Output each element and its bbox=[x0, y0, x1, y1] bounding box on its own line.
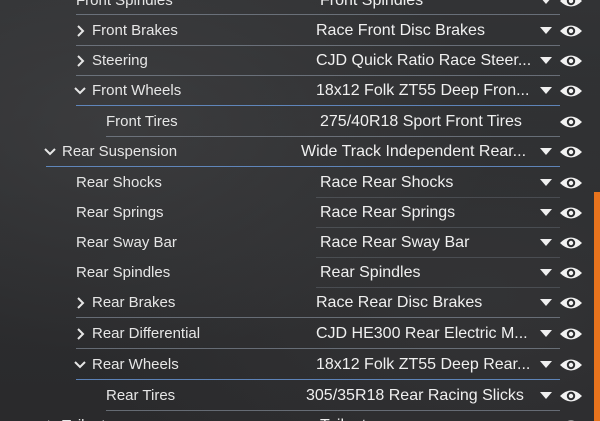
part-value-select[interactable]: 305/35R18 Rear Racing Slicks bbox=[306, 381, 530, 411]
part-value-select[interactable]: Wide Track Independent Rear... bbox=[301, 137, 530, 167]
eye-icon[interactable] bbox=[558, 198, 584, 228]
caret-down-icon[interactable] bbox=[539, 319, 553, 349]
part-value-select[interactable]: Race Rear Sway Bar bbox=[320, 228, 530, 258]
part-row-rear-suspension[interactable]: Rear Suspension Wide Track Independent R… bbox=[0, 137, 600, 167]
eye-icon[interactable] bbox=[558, 107, 584, 137]
caret-down-icon[interactable] bbox=[539, 258, 553, 288]
row-separator bbox=[46, 166, 560, 167]
part-label: Rear Brakes bbox=[92, 294, 176, 311]
caret-down-icon[interactable] bbox=[539, 288, 553, 318]
part-label: Rear Suspension bbox=[62, 143, 178, 160]
part-value-select[interactable]: Race Rear Springs bbox=[320, 198, 530, 228]
part-row-front-brakes[interactable]: Front Brakes Race Front Disc Brakes bbox=[0, 16, 600, 46]
caret-down-icon[interactable] bbox=[539, 228, 553, 258]
part-value-select[interactable]: CJD Quick Ratio Race Steer... bbox=[316, 46, 530, 76]
part-row-rear-tires[interactable]: Rear Tires 305/35R18 Rear Racing Slicks bbox=[0, 381, 600, 411]
row-separator bbox=[76, 379, 560, 380]
part-label: Rear Tires bbox=[106, 387, 176, 404]
chevron-down-icon[interactable] bbox=[73, 76, 87, 106]
row-separator bbox=[76, 348, 560, 349]
caret-down-icon[interactable] bbox=[539, 76, 553, 106]
part-label: Tailgate bbox=[62, 411, 114, 421]
part-row-rear-springs[interactable]: Rear Springs Race Rear Springs bbox=[0, 198, 600, 228]
chevron-right-icon[interactable] bbox=[74, 46, 88, 76]
part-label: Rear Spindles bbox=[76, 264, 171, 281]
chevron-right-icon[interactable] bbox=[44, 411, 58, 421]
part-row-tailgate[interactable]: Tailgate Tailgate bbox=[0, 411, 600, 421]
part-value-select[interactable]: 275/40R18 Sport Front Tires bbox=[320, 107, 535, 137]
caret-down-icon[interactable] bbox=[539, 46, 553, 76]
eye-icon[interactable] bbox=[558, 350, 584, 380]
row-separator bbox=[76, 105, 560, 106]
row-separator bbox=[76, 317, 560, 318]
part-value-select[interactable]: Rear Spindles bbox=[320, 258, 530, 288]
chevron-down-icon[interactable] bbox=[43, 137, 57, 167]
part-label: Rear Differential bbox=[92, 325, 201, 342]
chevron-down-icon[interactable] bbox=[73, 350, 87, 380]
part-value-select[interactable]: 18x12 Folk ZT55 Deep Rear... bbox=[316, 350, 530, 380]
part-value-select[interactable]: Race Front Disc Brakes bbox=[316, 16, 530, 46]
part-row-front-tires[interactable]: Front Tires 275/40R18 Sport Front Tires bbox=[0, 107, 600, 137]
part-row-steering[interactable]: Steering CJD Quick Ratio Race Steer... bbox=[0, 46, 600, 76]
part-value-select[interactable]: CJD HE300 Rear Electric M... bbox=[316, 319, 530, 349]
eye-icon[interactable] bbox=[558, 16, 584, 46]
eye-icon[interactable] bbox=[558, 0, 584, 16]
part-value-select[interactable]: Race Rear Disc Brakes bbox=[316, 288, 530, 318]
chevron-right-icon[interactable] bbox=[74, 288, 88, 318]
eye-icon[interactable] bbox=[558, 168, 584, 198]
part-label: Rear Wheels bbox=[92, 356, 179, 373]
caret-down-icon[interactable] bbox=[539, 16, 553, 46]
part-label: Rear Springs bbox=[76, 204, 164, 221]
caret-down-icon[interactable] bbox=[539, 137, 553, 167]
part-label: Rear Sway Bar bbox=[76, 234, 177, 251]
chevron-right-icon[interactable] bbox=[74, 16, 88, 46]
part-row-rear-spindles[interactable]: Rear Spindles Rear Spindles bbox=[0, 258, 600, 288]
part-label: Rear Shocks bbox=[76, 174, 162, 191]
part-row-rear-wheels[interactable]: Rear Wheels 18x12 Folk ZT55 Deep Rear... bbox=[0, 350, 600, 380]
caret-down-icon[interactable] bbox=[539, 381, 553, 411]
eye-icon[interactable] bbox=[558, 228, 584, 258]
caret-down-icon[interactable] bbox=[539, 198, 553, 228]
caret-down-icon[interactable] bbox=[539, 411, 553, 421]
part-value-select[interactable]: 18x12 Folk ZT55 Deep Fron... bbox=[316, 76, 530, 106]
eye-icon[interactable] bbox=[558, 137, 584, 167]
eye-icon[interactable] bbox=[558, 411, 584, 421]
part-value-select[interactable]: Race Rear Shocks bbox=[320, 168, 530, 198]
part-label: Front Brakes bbox=[92, 22, 178, 39]
part-row-rear-differential[interactable]: Rear Differential CJD HE300 Rear Electri… bbox=[0, 319, 600, 349]
row-separator bbox=[76, 14, 560, 15]
eye-icon[interactable] bbox=[558, 319, 584, 349]
part-row-rear-sway-bar[interactable]: Rear Sway Bar Race Rear Sway Bar bbox=[0, 228, 600, 258]
eye-icon[interactable] bbox=[558, 76, 584, 106]
eye-icon[interactable] bbox=[558, 288, 584, 318]
caret-down-icon[interactable] bbox=[539, 168, 553, 198]
part-row-rear-brakes[interactable]: Rear Brakes Race Rear Disc Brakes bbox=[0, 288, 600, 318]
part-row-front-wheels[interactable]: Front Wheels 18x12 Folk ZT55 Deep Fron..… bbox=[0, 76, 600, 106]
part-label: Steering bbox=[92, 52, 148, 69]
eye-icon[interactable] bbox=[558, 258, 584, 288]
part-label: Front Tires bbox=[106, 113, 178, 130]
part-label: Front Wheels bbox=[92, 82, 182, 99]
scrollbar-thumb[interactable] bbox=[594, 192, 600, 421]
chevron-right-icon[interactable] bbox=[74, 319, 88, 349]
part-value-select[interactable]: Tailgate bbox=[320, 411, 530, 421]
parts-config-panel: Front Spindles Front Spindles Front Brak… bbox=[0, 0, 600, 421]
part-row-rear-shocks[interactable]: Rear Shocks Race Rear Shocks bbox=[0, 168, 600, 198]
eye-icon[interactable] bbox=[558, 46, 584, 76]
caret-down-icon[interactable] bbox=[539, 350, 553, 380]
eye-icon[interactable] bbox=[558, 381, 584, 411]
